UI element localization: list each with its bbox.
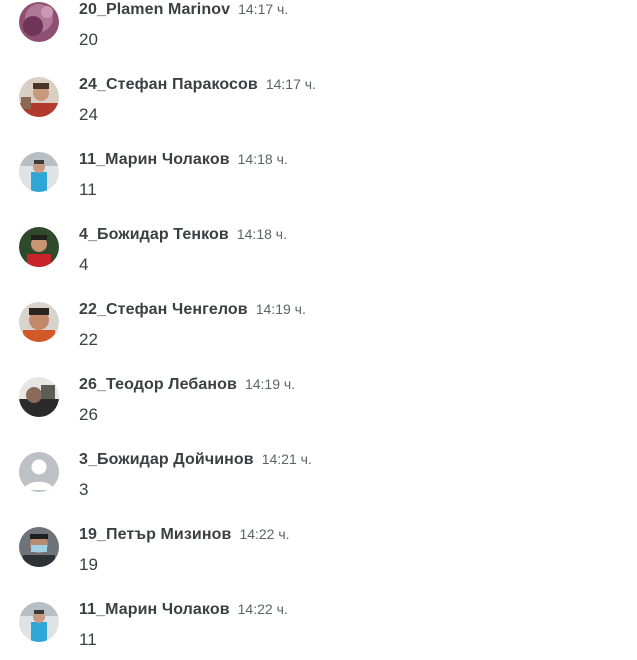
chat-message: 26_Теодор Лебанов 14:19 ч. 26 (0, 360, 637, 435)
author-name: 20_Plamen Marinov (79, 1, 231, 18)
avatar[interactable] (19, 2, 59, 42)
message-time: 14:19 ч. (244, 376, 296, 392)
message-time: 14:22 ч. (239, 526, 290, 542)
chat-message: 3_Божидар Дойчинов 14:21 ч. 3 (0, 435, 637, 510)
avatar[interactable] (19, 602, 59, 642)
message-time: 14:18 ч. (236, 226, 287, 242)
message-time: 14:17 ч. (238, 1, 289, 17)
message-time: 14:19 ч. (255, 301, 306, 317)
message-text: 24 (79, 105, 98, 124)
chat-message: 11_Марин Чолаков 14:22 ч. 11 (0, 585, 637, 660)
author-name: 11_Марин Чолаков (79, 601, 230, 618)
chat-message: 20_Plamen Marinov 14:17 ч. 20 (0, 0, 637, 60)
message-text: 20 (79, 30, 98, 49)
author-name: 24_Стефан Паракосов (79, 76, 258, 93)
chat-message: 22_Стефан Ченгелов 14:19 ч. 22 (0, 285, 637, 360)
message-time: 14:21 ч. (261, 451, 312, 467)
author-name: 22_Стефан Ченгелов (79, 301, 248, 318)
author-name: 3_Божидар Дойчинов (79, 451, 254, 468)
default-person-icon[interactable] (19, 452, 59, 492)
message-text: 3 (79, 480, 89, 499)
message-text: 26 (79, 405, 98, 424)
chat-message: 4_Божидар Тенков 14:18 ч. 4 (0, 210, 637, 285)
message-text: 22 (79, 330, 98, 349)
chat-message: 19_Петър Мизинов 14:22 ч. 19 (0, 510, 637, 585)
message-text: 11 (79, 630, 97, 649)
avatar[interactable] (19, 152, 59, 192)
avatar[interactable] (19, 77, 59, 117)
message-text: 19 (79, 555, 98, 574)
avatar[interactable] (19, 227, 59, 267)
author-name: 26_Теодор Лебанов (79, 376, 237, 393)
message-time: 14:18 ч. (237, 151, 288, 167)
chat-message: 11_Марин Чолаков 14:18 ч. 11 (0, 135, 637, 210)
author-name: 11_Марин Чолаков (79, 151, 230, 168)
avatar[interactable] (19, 377, 59, 417)
chat-message: 24_Стефан Паракосов 14:17 ч. 24 (0, 60, 637, 135)
message-time: 14:17 ч. (265, 76, 316, 92)
message-time: 14:22 ч. (237, 601, 288, 617)
chat-message-list: 20_Plamen Marinov 14:17 ч. 20 24_Стефан П… (0, 0, 637, 660)
author-name: 19_Петър Мизинов (79, 526, 232, 543)
message-text: 11 (79, 180, 97, 199)
author-name: 4_Божидар Тенков (79, 226, 229, 243)
avatar[interactable] (19, 302, 59, 342)
message-text: 4 (79, 255, 89, 274)
avatar[interactable] (19, 527, 59, 567)
